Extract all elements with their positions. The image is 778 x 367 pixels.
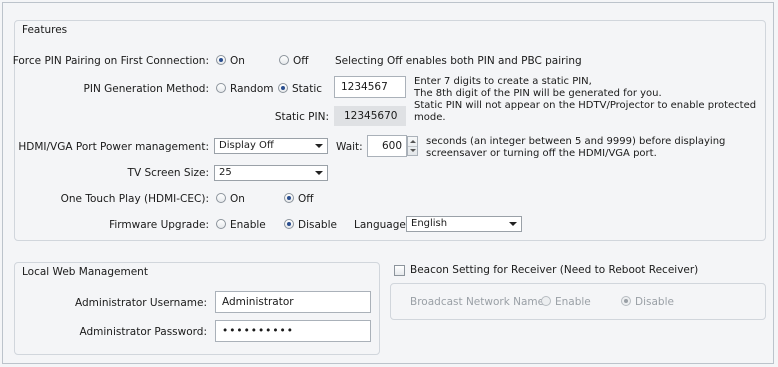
chevron-down-icon xyxy=(315,144,323,148)
static-pin-input[interactable]: 1234567 xyxy=(334,76,406,98)
wait-spinner[interactable] xyxy=(407,136,418,156)
force-pin-on-radio[interactable] xyxy=(216,55,226,65)
hdmi-power-select[interactable]: Display Off xyxy=(214,138,328,154)
firmware-disable-radio[interactable] xyxy=(284,219,294,229)
local-web-title: Local Web Management xyxy=(22,266,148,278)
password-input[interactable]: •••••••••• xyxy=(215,320,371,342)
wait-hint-line-2: screensaver or turning off the HDMI/VGA … xyxy=(426,148,657,159)
force-pin-label: Force PIN Pairing on First Connection: xyxy=(12,55,209,67)
firmware-disable-label[interactable]: Disable xyxy=(298,219,337,231)
features-title: Features xyxy=(22,24,68,36)
force-pin-off-radio[interactable] xyxy=(279,55,289,65)
tv-screen-label: TV Screen Size: xyxy=(127,167,209,179)
one-touch-on-label[interactable]: On xyxy=(230,193,245,205)
username-label: Administrator Username: xyxy=(75,297,207,309)
features-group xyxy=(14,20,766,241)
one-touch-off-radio[interactable] xyxy=(284,193,294,203)
beacon-checkbox[interactable] xyxy=(394,265,405,276)
pin-method-label: PIN Generation Method: xyxy=(83,83,209,95)
broadcast-disable-radio[interactable] xyxy=(621,296,631,306)
pin-hint-line-2: The 8th digit of the PIN will be generat… xyxy=(414,88,662,99)
broadcast-disable-label[interactable]: Disable xyxy=(635,296,674,308)
hdmi-power-value: Display Off xyxy=(219,140,274,151)
pin-random-label[interactable]: Random xyxy=(230,83,273,95)
one-touch-label: One Touch Play (HDMI-CEC): xyxy=(60,193,209,205)
password-label: Administrator Password: xyxy=(79,326,208,338)
tv-screen-select[interactable]: 25 xyxy=(214,165,328,181)
spinner-down-icon[interactable] xyxy=(410,149,416,152)
static-pin-label: Static PIN: xyxy=(274,111,329,123)
language-select[interactable]: English xyxy=(406,216,522,232)
wait-label: Wait: xyxy=(336,141,363,153)
pin-random-radio[interactable] xyxy=(216,83,226,93)
chevron-down-icon xyxy=(509,222,517,226)
static-pin-value: 12345670 xyxy=(334,106,406,126)
language-label: Language: xyxy=(354,219,410,231)
pin-hint-line-3: Static PIN will not appear on the HDTV/P… xyxy=(414,100,757,123)
wait-hint-line-1: seconds (an integer between 5 and 9999) … xyxy=(426,136,726,147)
pin-hint-line-1: Enter 7 digits to create a static PIN, xyxy=(414,76,592,87)
chevron-down-icon xyxy=(315,171,323,175)
one-touch-on-radio[interactable] xyxy=(216,193,226,203)
spinner-up-icon[interactable] xyxy=(410,140,416,143)
one-touch-off-label[interactable]: Off xyxy=(298,193,314,205)
firmware-enable-label[interactable]: Enable xyxy=(230,219,266,231)
wait-value: 600 xyxy=(381,140,402,152)
pin-static-label[interactable]: Static xyxy=(292,83,322,95)
force-pin-note: Selecting Off enables both PIN and PBC p… xyxy=(335,55,582,67)
firmware-label: Firmware Upgrade: xyxy=(109,219,209,231)
broadcast-enable-radio[interactable] xyxy=(541,296,551,306)
tv-screen-value: 25 xyxy=(219,167,232,178)
firmware-enable-radio[interactable] xyxy=(216,219,226,229)
pin-static-radio[interactable] xyxy=(278,83,288,93)
force-pin-on-label[interactable]: On xyxy=(230,55,245,67)
hdmi-power-label: HDMI/VGA Port Power management: xyxy=(18,141,209,153)
spinner-divider xyxy=(408,146,417,147)
wait-input[interactable]: 600 xyxy=(367,135,407,157)
broadcast-label: Broadcast Network Name: xyxy=(410,296,548,308)
username-input[interactable]: Administrator xyxy=(215,291,371,313)
broadcast-enable-label[interactable]: Enable xyxy=(555,296,591,308)
force-pin-off-label[interactable]: Off xyxy=(293,55,309,67)
beacon-title[interactable]: Beacon Setting for Receiver (Need to Reb… xyxy=(410,264,698,276)
language-value: English xyxy=(411,218,448,229)
